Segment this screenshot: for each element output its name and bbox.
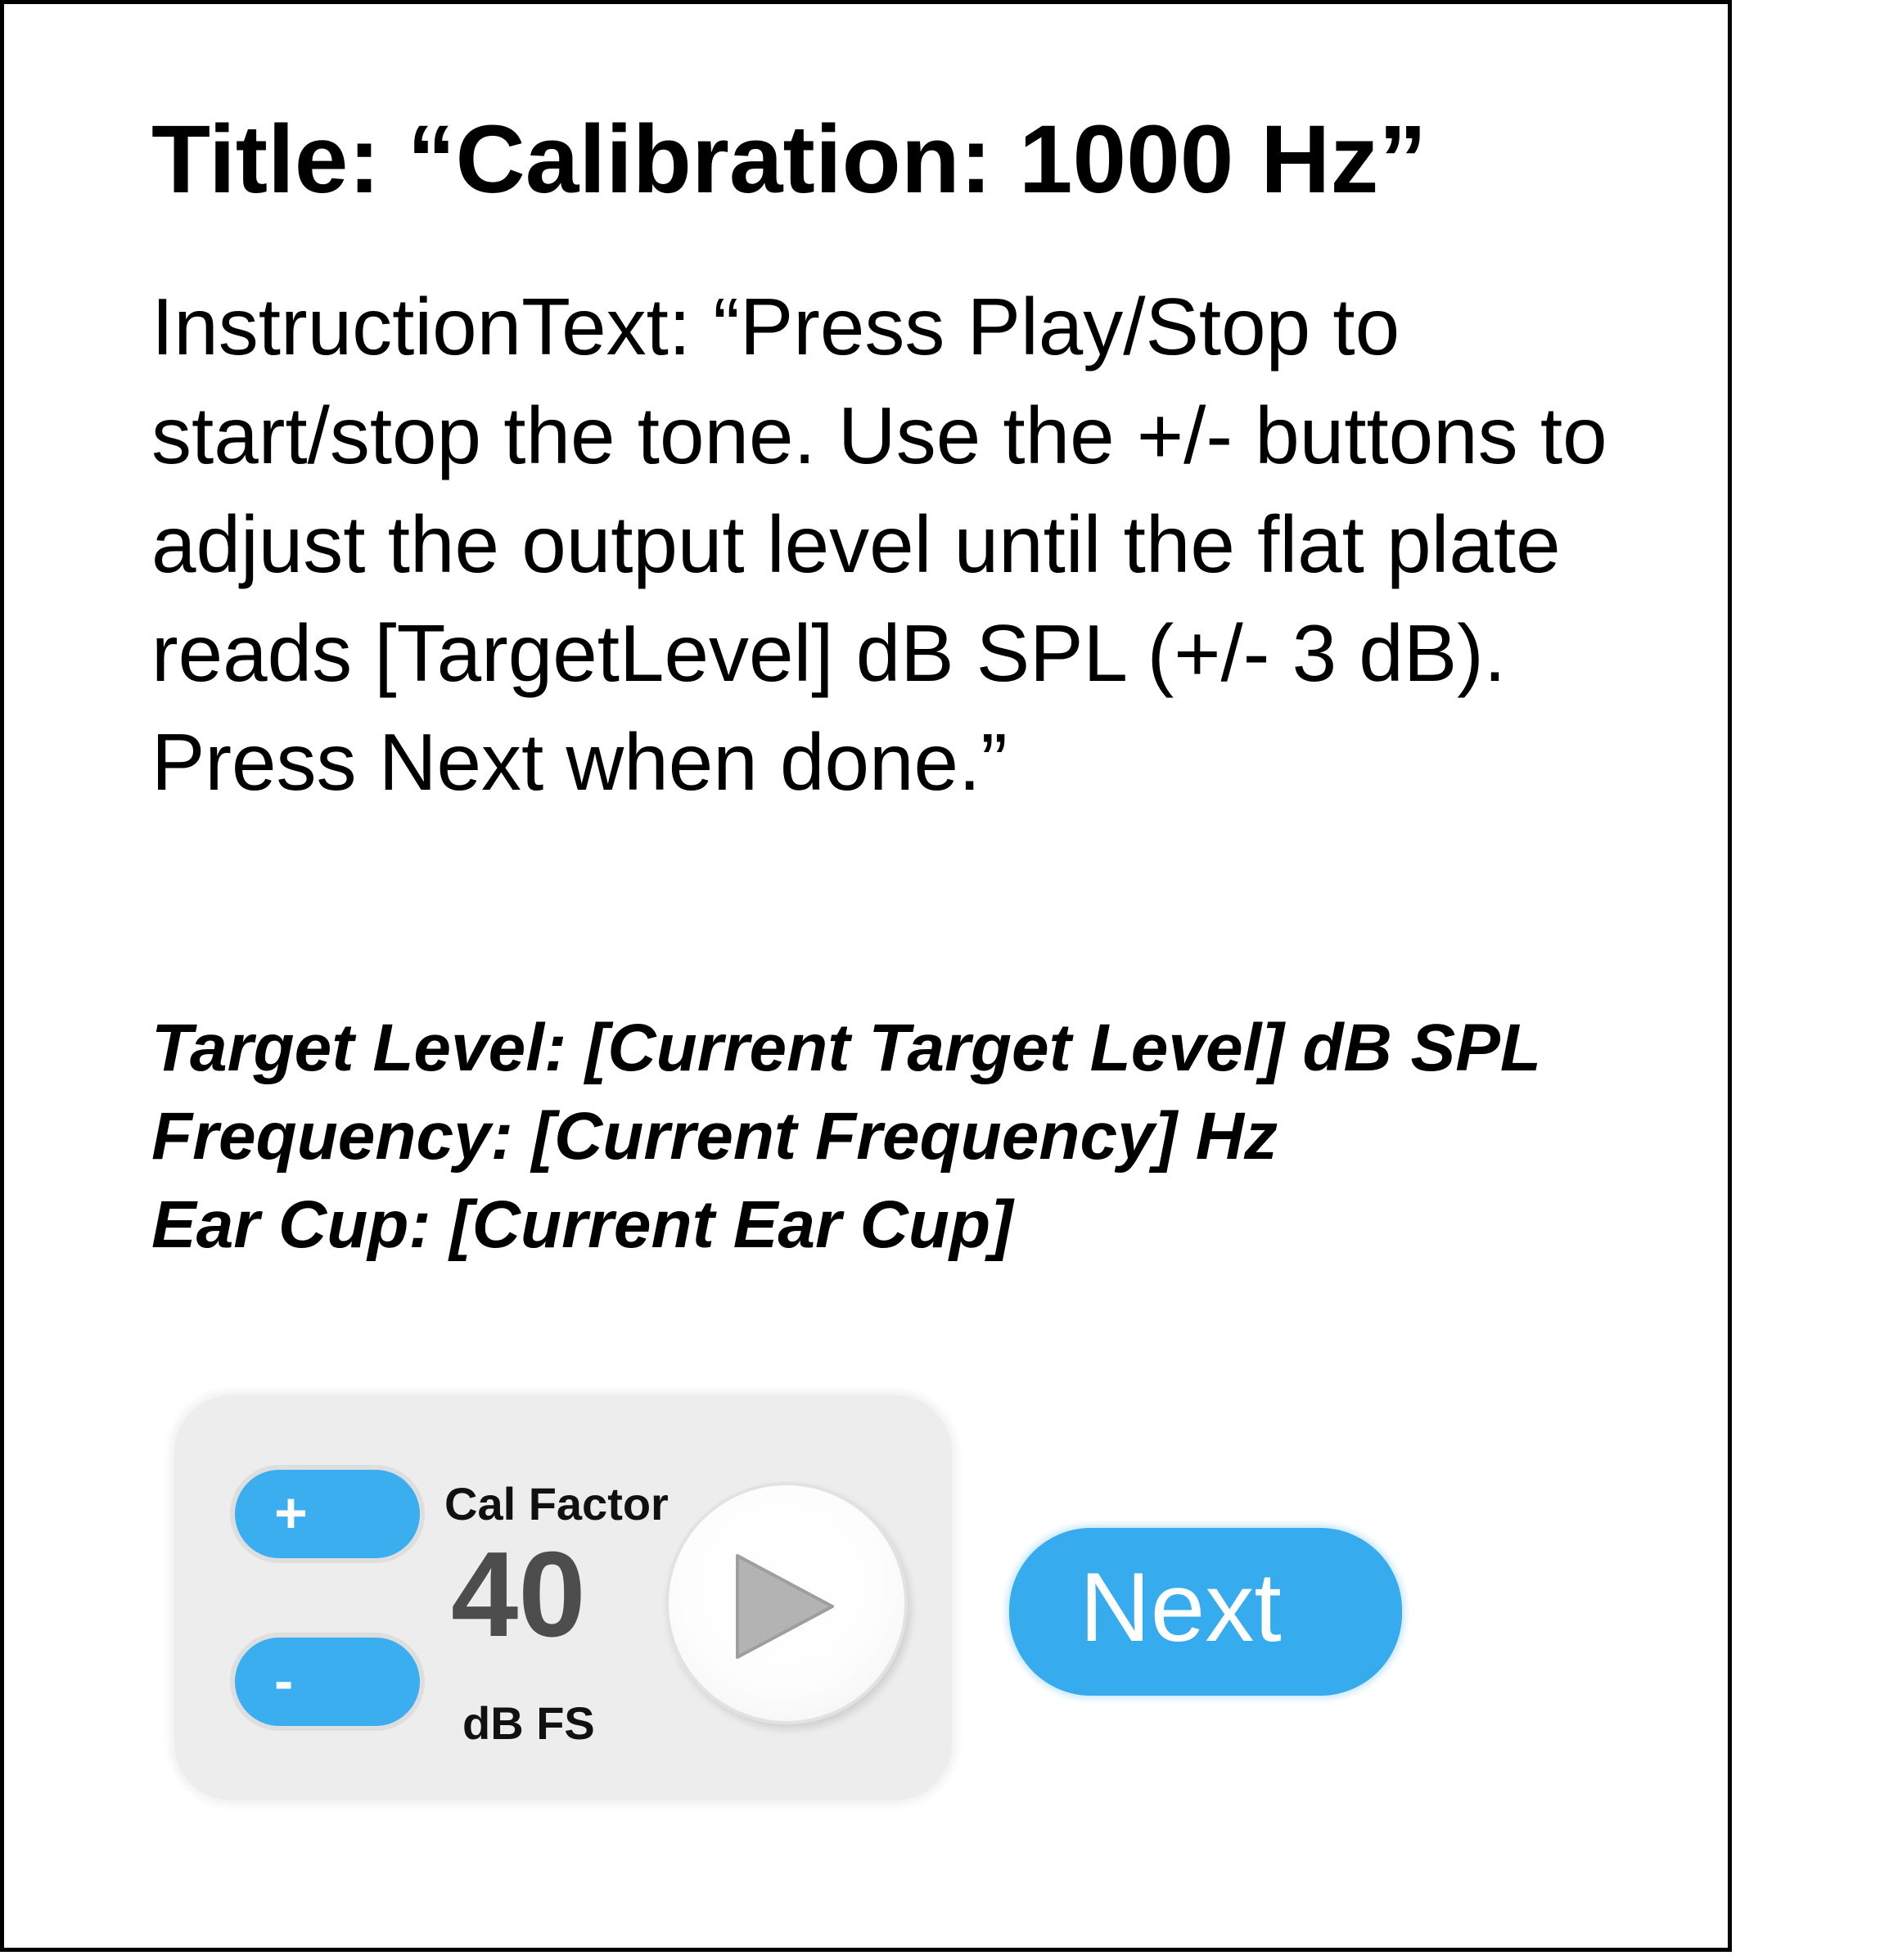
decrease-level-button[interactable]: -: [230, 1633, 425, 1731]
page-title: Title: “Calibration: 1000 Hz”: [151, 106, 1427, 214]
cal-factor-value: 40: [451, 1527, 586, 1662]
ear-cup-text: Ear Cup: [Current Ear Cup]: [151, 1187, 1013, 1262]
cal-factor-unit: dB FS: [462, 1697, 595, 1749]
plus-icon: +: [274, 1480, 308, 1545]
increase-level-button[interactable]: +: [230, 1465, 425, 1563]
next-button[interactable]: Next: [1009, 1528, 1402, 1696]
instruction-text: InstructionText: “Press Play/Stop to sta…: [151, 282, 1607, 807]
next-button-label: Next: [1080, 1552, 1282, 1662]
calibration-info: Target Level: [Current Target Level] dB …: [151, 1004, 1541, 1269]
play-stop-button[interactable]: [665, 1482, 908, 1724]
target-level-text: Target Level: [Current Target Level] dB …: [151, 1011, 1542, 1085]
play-icon: [736, 1554, 834, 1659]
calibration-control-panel: + - Cal Factor 40 dB FS: [174, 1395, 952, 1800]
cal-factor-label: Cal Factor: [444, 1478, 669, 1530]
minus-icon: -: [274, 1648, 294, 1713]
calibration-screen: Title: “Calibration: 1000 Hz” Instructio…: [0, 0, 1732, 1952]
frequency-text: Frequency: [Current Frequency] Hz: [151, 1099, 1278, 1174]
